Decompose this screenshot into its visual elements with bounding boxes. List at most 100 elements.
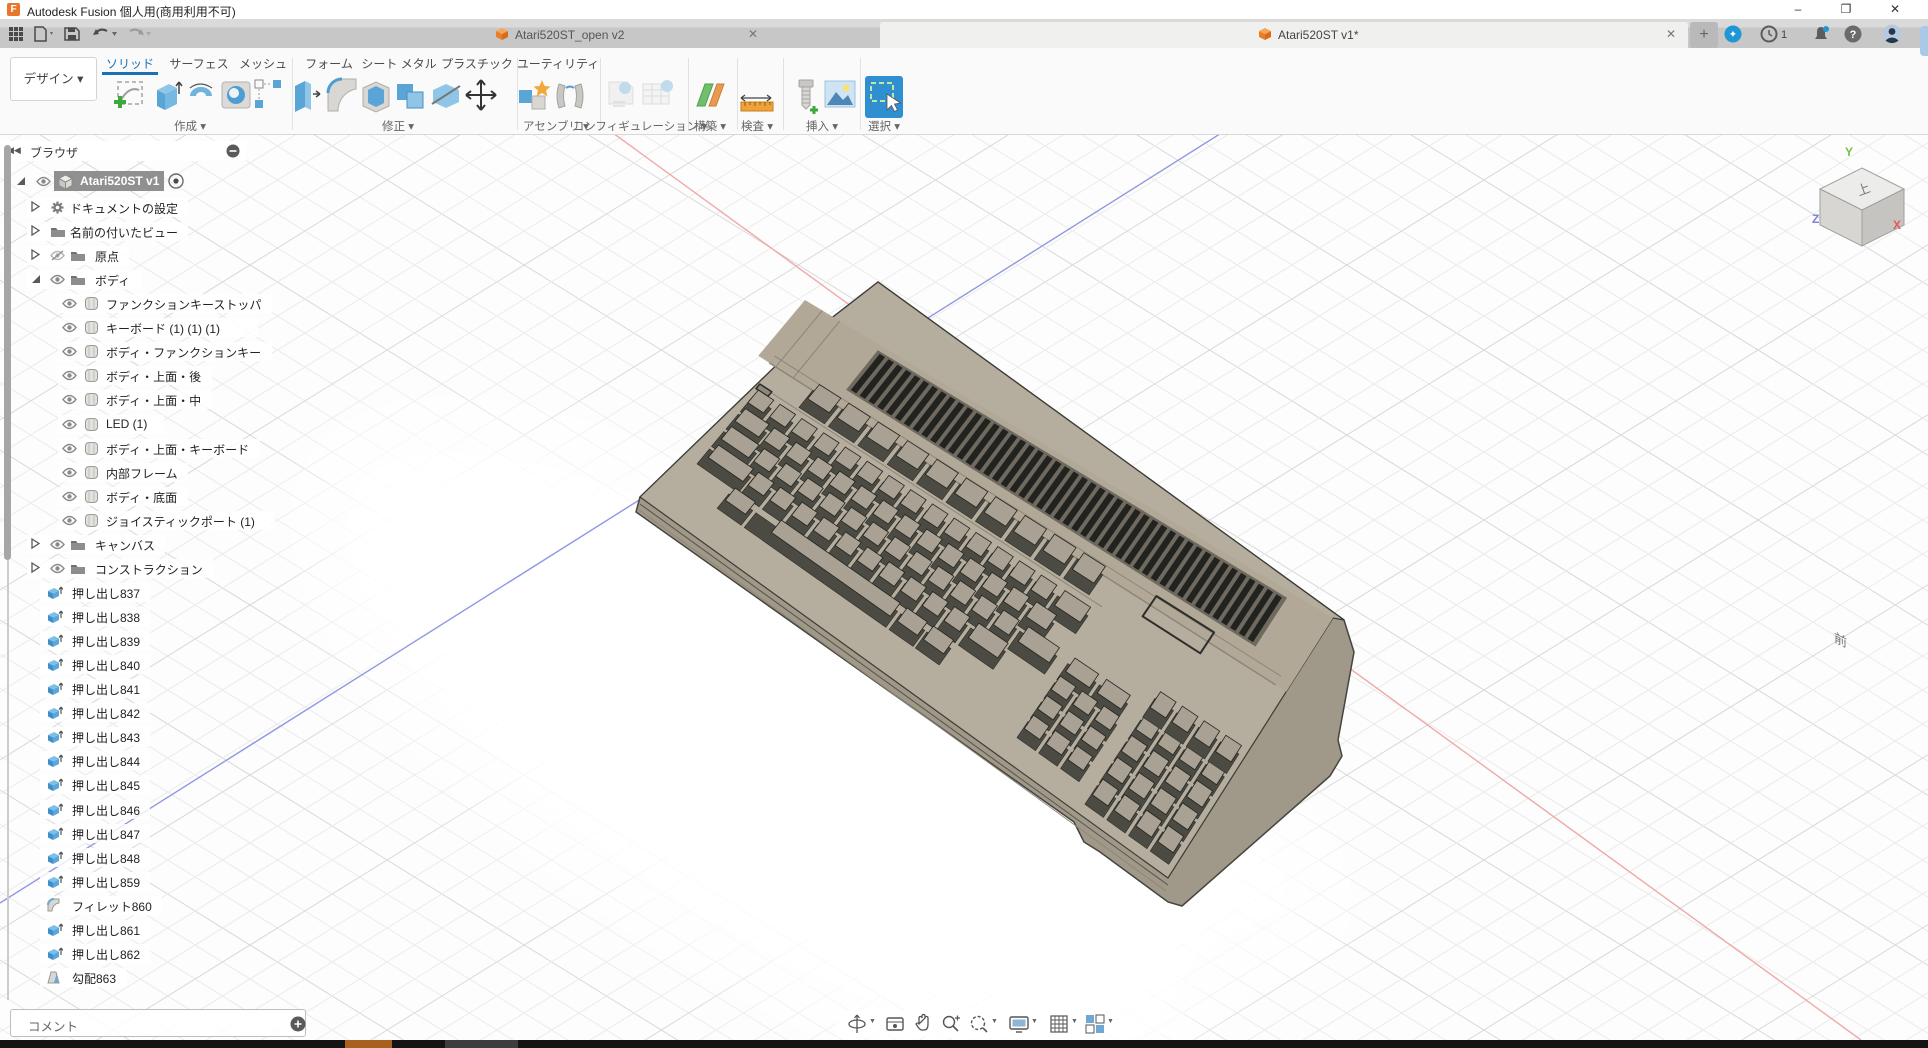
ribbon-group-dropdown[interactable]: 構築 ▾ bbox=[694, 118, 726, 134]
look-at-icon[interactable] bbox=[884, 1013, 906, 1040]
browser-item[interactable]: 押し出し841 bbox=[0, 679, 260, 698]
browser-item[interactable]: 押し出し839 bbox=[0, 631, 260, 650]
browser-item[interactable]: キーボード (1) (1) (1) bbox=[0, 318, 260, 337]
dropdown-caret[interactable]: ▼ bbox=[1031, 1018, 1038, 1025]
configuration-icon[interactable] bbox=[603, 76, 641, 121]
new-tab-button[interactable]: + bbox=[1690, 22, 1718, 48]
browser-item[interactable]: 勾配863 bbox=[0, 968, 260, 987]
browser-item[interactable]: 押し出し846 bbox=[0, 800, 260, 819]
combine-icon[interactable] bbox=[393, 76, 429, 121]
dropdown-caret[interactable]: ▼ bbox=[869, 1018, 876, 1025]
canvas-icon[interactable] bbox=[822, 76, 858, 119]
activate-radio-icon[interactable] bbox=[168, 173, 184, 189]
display-settings-icon[interactable] bbox=[1008, 1013, 1032, 1040]
zoom-window-icon[interactable] bbox=[968, 1013, 990, 1040]
browser-item[interactable]: ボディ・上面・後 bbox=[0, 366, 260, 385]
split-body-icon[interactable] bbox=[428, 76, 464, 121]
dropdown-caret[interactable]: ▼ bbox=[991, 1018, 998, 1025]
taskbar-app-active[interactable] bbox=[345, 1040, 392, 1048]
workspace-switcher[interactable]: デザイン ▾ bbox=[10, 57, 97, 101]
document-tab-active[interactable]: Atari520ST v1* ✕ bbox=[880, 22, 1688, 48]
browser-item[interactable]: 内部フレーム bbox=[0, 463, 260, 482]
orbit-icon[interactable] bbox=[846, 1013, 868, 1040]
browser-scrollbar-thumb[interactable] bbox=[4, 145, 11, 560]
shell-icon[interactable] bbox=[358, 76, 394, 121]
dropdown-caret[interactable]: ▼ bbox=[1071, 1018, 1078, 1025]
help-icon[interactable]: ? bbox=[1844, 25, 1862, 48]
browser-item[interactable]: ボディ・上面・キーボード bbox=[0, 439, 260, 458]
job-status-icon[interactable]: 1 bbox=[1760, 25, 1790, 48]
ribbon-tab-4[interactable]: シート メタル bbox=[361, 55, 436, 72]
insert-fastener-icon[interactable] bbox=[789, 76, 823, 121]
add-comment-icon[interactable] bbox=[290, 1016, 306, 1032]
redo-icon[interactable] bbox=[126, 26, 152, 47]
browser-item[interactable]: 押し出し859 bbox=[0, 872, 260, 891]
browser-item[interactable]: ボディ・底面 bbox=[0, 487, 260, 506]
tab-close-icon[interactable]: ✕ bbox=[748, 27, 758, 41]
windows-taskbar[interactable] bbox=[0, 1040, 1928, 1048]
user-avatar[interactable] bbox=[1882, 24, 1902, 49]
press-pull-icon[interactable] bbox=[289, 76, 323, 121]
rectangular-pattern-icon[interactable] bbox=[251, 76, 285, 119]
browser-item[interactable]: 原点 bbox=[0, 246, 260, 265]
taskbar-app[interactable] bbox=[445, 1040, 518, 1048]
browser-item[interactable]: 名前の付いたビュー bbox=[0, 222, 260, 241]
minimize-button[interactable]: – bbox=[1783, 0, 1813, 19]
ribbon-tab-2[interactable]: メッシュ bbox=[239, 55, 287, 72]
dropdown-caret[interactable]: ▼ bbox=[1107, 1018, 1114, 1025]
browser-item[interactable]: LED (1) bbox=[0, 415, 260, 434]
new-component-icon[interactable] bbox=[515, 76, 553, 121]
construction-plane-icon[interactable] bbox=[691, 76, 729, 121]
fillet-icon[interactable] bbox=[323, 76, 359, 121]
move-copy-icon[interactable] bbox=[463, 76, 499, 121]
browser-item[interactable]: 押し出し837 bbox=[0, 583, 260, 602]
ribbon-group-dropdown[interactable]: 修正 ▾ bbox=[382, 118, 414, 134]
browser-item[interactable]: 押し出し848 bbox=[0, 848, 260, 867]
ribbon-group-dropdown[interactable]: 検査 ▾ bbox=[741, 118, 773, 134]
ribbon-group-dropdown[interactable]: コンフィギュレーション ▾ bbox=[573, 118, 707, 134]
maximize-button[interactable]: ❐ bbox=[1831, 0, 1861, 19]
ribbon-group-dropdown[interactable]: 挿入 ▾ bbox=[806, 118, 838, 134]
pan-icon[interactable] bbox=[912, 1013, 934, 1040]
browser-item[interactable]: 押し出し838 bbox=[0, 607, 260, 626]
tab-close-icon[interactable]: ✕ bbox=[1666, 27, 1676, 41]
ribbon-tab-3[interactable]: フォーム bbox=[305, 55, 353, 72]
document-tab-inactive[interactable]: Atari520ST_open v2 ✕ bbox=[390, 22, 768, 48]
browser-item[interactable]: 押し出し847 bbox=[0, 824, 260, 843]
browser-item[interactable]: キャンバス bbox=[0, 535, 260, 554]
measure-icon[interactable] bbox=[737, 76, 777, 121]
undo-icon[interactable] bbox=[92, 26, 118, 47]
browser-item[interactable]: 押し出し861 bbox=[0, 920, 260, 939]
browser-item[interactable]: コンストラクション bbox=[0, 559, 260, 578]
viewport-canvas[interactable]: 上前右YZX bbox=[0, 0, 1928, 1048]
hole-icon[interactable] bbox=[218, 76, 254, 119]
browser-item[interactable]: 押し出し840 bbox=[0, 655, 260, 674]
ribbon-tab-5[interactable]: プラスチック bbox=[441, 55, 513, 72]
comment-bar[interactable]: コメント bbox=[10, 1009, 306, 1037]
configuration-table-icon[interactable] bbox=[639, 76, 677, 121]
ribbon-tab-0[interactable]: ソリッド bbox=[106, 55, 154, 72]
browser-header[interactable]: ◀◀ブラウザ bbox=[0, 141, 246, 161]
browser-item[interactable]: 押し出し843 bbox=[0, 727, 260, 746]
browser-item[interactable]: ボディ・上面・中 bbox=[0, 390, 260, 409]
extrude-icon[interactable] bbox=[149, 76, 183, 121]
ribbon-group-dropdown[interactable]: 作成 ▾ bbox=[174, 118, 206, 134]
joint-icon[interactable] bbox=[551, 76, 589, 121]
browser-item[interactable]: ジョイスティックポート (1) bbox=[0, 511, 260, 530]
browser-item[interactable]: 押し出し862 bbox=[0, 944, 260, 963]
extensions-icon[interactable]: ✦ bbox=[1724, 25, 1742, 48]
browser-item[interactable]: ボディ・ファンクションキー bbox=[0, 342, 260, 361]
panel-minimize-icon[interactable] bbox=[226, 144, 240, 158]
zoom-icon[interactable] bbox=[940, 1013, 962, 1040]
notifications-bell-icon[interactable] bbox=[1812, 25, 1830, 48]
create-sketch-icon[interactable] bbox=[113, 76, 149, 119]
ribbon-tab-6[interactable]: ユーティリティ bbox=[517, 55, 600, 72]
revolve-icon[interactable] bbox=[184, 76, 218, 119]
browser-item[interactable]: 押し出し844 bbox=[0, 751, 260, 770]
browser-item[interactable]: 押し出し845 bbox=[0, 775, 260, 794]
select-icon[interactable] bbox=[865, 76, 903, 123]
save-icon[interactable] bbox=[64, 26, 80, 47]
viewports-icon[interactable] bbox=[1084, 1013, 1106, 1040]
app-grid-icon[interactable] bbox=[8, 26, 24, 47]
file-menu-icon[interactable] bbox=[33, 26, 55, 47]
